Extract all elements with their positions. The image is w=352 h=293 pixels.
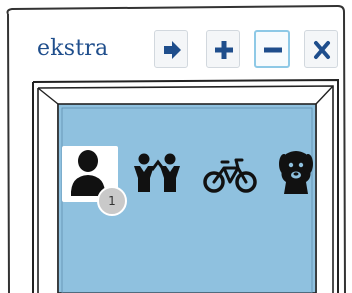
bicycle-tile[interactable]: [202, 152, 258, 194]
dog-tile[interactable]: [276, 148, 316, 196]
close-icon: [314, 41, 330, 59]
arrow-right-button[interactable]: [154, 30, 188, 68]
children-icon: [134, 153, 180, 192]
add-button[interactable]: [206, 30, 240, 68]
arrow-right-icon: [164, 41, 181, 59]
children-tile[interactable]: [130, 150, 186, 194]
bicycle-icon: [203, 158, 257, 193]
remove-button[interactable]: [254, 30, 290, 68]
close-button[interactable]: [304, 30, 338, 68]
panel-title: ekstra: [37, 36, 109, 61]
plus-icon: [215, 41, 233, 59]
count-badge: 1: [97, 186, 127, 216]
minus-icon: [264, 47, 282, 53]
dog-icon: [279, 151, 313, 194]
